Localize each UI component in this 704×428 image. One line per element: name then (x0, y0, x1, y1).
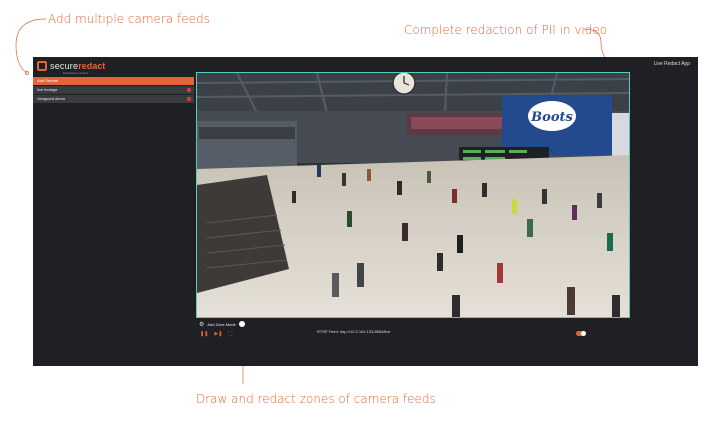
playback-controls: ❚❚ ▶❚ ⛶ (200, 331, 232, 337)
callout-draw-zones: Draw and redact zones of camera feeds (196, 392, 436, 406)
callout-add-camera-feeds: Add multiple camera feeds (48, 12, 210, 26)
delete-icon[interactable] (187, 88, 191, 92)
brand-name-accent: redact (78, 61, 106, 71)
sidebar-item-live-footage[interactable]: live footage (33, 86, 194, 94)
zone-mode-toolbar: ⚙ Add Zone Mode (199, 320, 245, 328)
stream-sidebar: Add Stream live footage Vanguard demo (33, 77, 194, 104)
pause-icon[interactable]: ❚❚ (200, 331, 208, 337)
live-redact-app-window: secure redact Powered by pimloc Live Red… (33, 57, 698, 366)
gear-icon[interactable]: ⚙ (199, 321, 204, 328)
sidebar-item-label: live footage (37, 87, 58, 92)
delete-icon[interactable] (187, 97, 191, 101)
brand-icon (37, 61, 47, 71)
video-feed[interactable]: Boots (196, 72, 630, 318)
rtsp-feed-url: RTSP Feed: rtsp://10.2.164.133:8554/live (317, 329, 391, 334)
brand-name-primary: secure (50, 61, 79, 71)
fullscreen-icon[interactable]: ⛶ (228, 331, 232, 337)
zone-mode-toggle[interactable] (238, 321, 245, 327)
boots-sign: Boots (530, 110, 573, 125)
redaction-toggle[interactable] (576, 331, 586, 336)
add-stream-button[interactable]: Add Stream (33, 77, 194, 85)
zone-mode-label: Add Zone Mode (207, 321, 236, 327)
sidebar-item-label: Vanguard demo (37, 96, 66, 101)
sidebar-item-vanguard-demo[interactable]: Vanguard demo (33, 95, 194, 103)
station-scene: Boots (197, 73, 629, 317)
callout-pii-redaction: Complete redaction of PII in video (404, 23, 608, 37)
app-title: Live Redact App (653, 61, 690, 67)
skip-icon[interactable]: ▶❚ (214, 331, 222, 337)
brand-subtitle: Powered by pimloc (63, 71, 89, 75)
sidebar-item-label: Add Stream (37, 78, 59, 83)
